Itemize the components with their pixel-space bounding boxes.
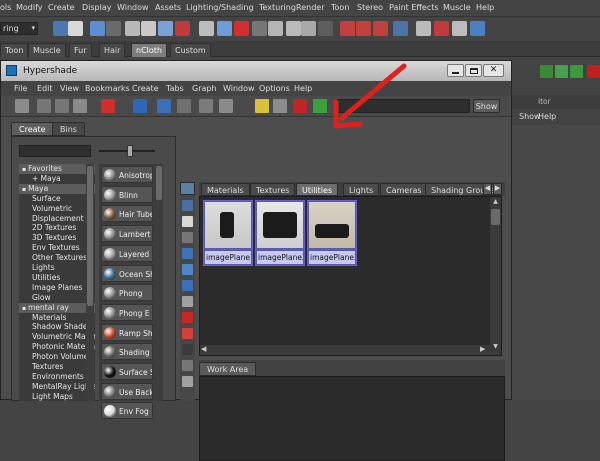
shader-swatch-label: Env Fog bbox=[119, 407, 149, 417]
annotation-arrow bbox=[333, 63, 407, 129]
annotation-arrow-shaft bbox=[339, 63, 407, 121]
shader-ball-icon bbox=[104, 405, 116, 418]
shader-swatch[interactable]: Env Fog bbox=[101, 402, 153, 420]
